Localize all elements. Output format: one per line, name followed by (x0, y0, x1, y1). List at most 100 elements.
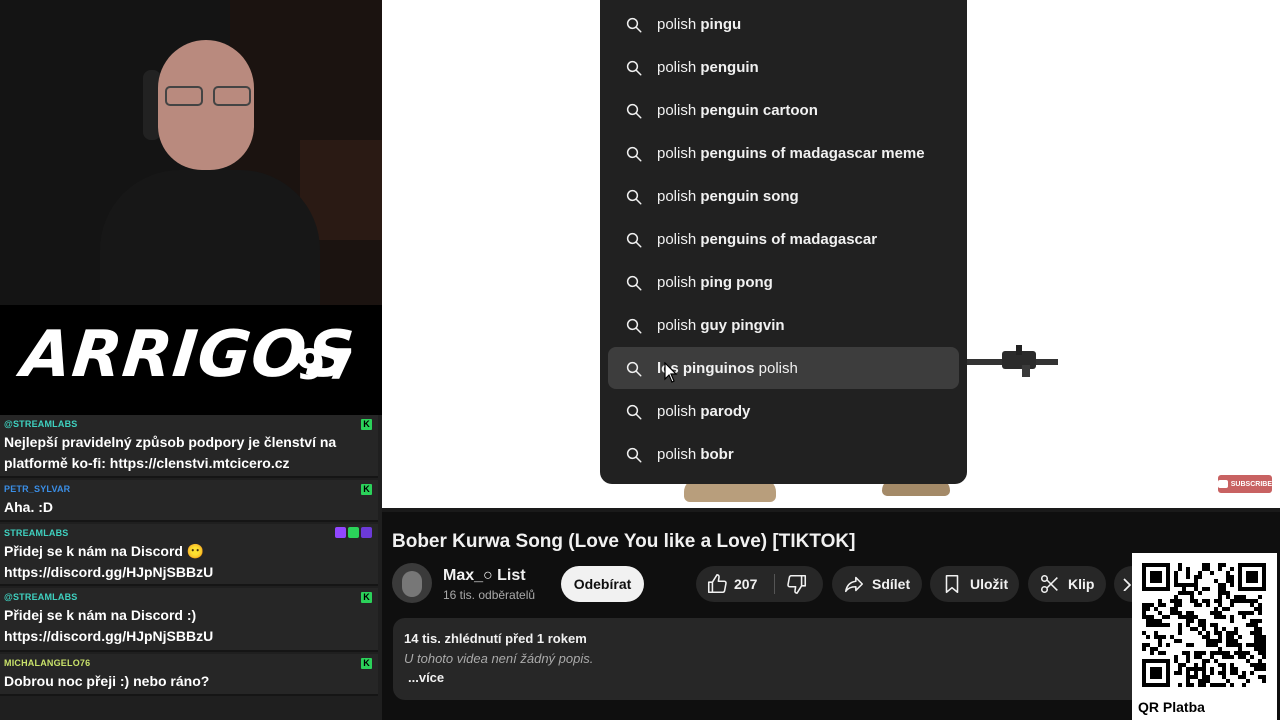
suggestion-suffix: polish (754, 360, 798, 377)
suggestion-item[interactable]: polish penguin (608, 46, 959, 88)
chat-text: Aha. :D (4, 499, 53, 515)
glasses (165, 86, 261, 108)
streamer-torso (100, 170, 320, 305)
suggestion-item[interactable]: polish guy pingvin (608, 304, 959, 346)
save-label: Uložit (970, 576, 1009, 592)
video-description[interactable]: 14 tis. zhlédnutí před 1 rokem U tohoto … (393, 618, 1153, 700)
chat-text: Přidej se k nám na Discord :) https://di… (4, 607, 214, 644)
channel-name[interactable]: Max_○ List (443, 567, 526, 585)
thumbs-down-icon[interactable] (785, 573, 809, 595)
channel-avatar[interactable] (392, 563, 432, 603)
save-button[interactable]: Uložit (930, 566, 1019, 602)
suggestion-item[interactable]: polish ping pong (608, 261, 959, 303)
stream-logo-number: 97 (296, 340, 355, 389)
chat-message: MICHALANGELO76 K Dobrou noc přeji :) neb… (0, 654, 378, 696)
suggestion-completion: penguin song (700, 188, 799, 205)
suggestion-text: polish penguin cartoon (657, 102, 818, 119)
chat-panel: @STREAMLABS K Nejlepší pravidelný způsob… (0, 415, 382, 720)
suggestion-text: polish penguins of madagascar (657, 231, 877, 248)
like-button[interactable]: 207 (696, 566, 774, 602)
suggestion-item[interactable]: polish penguin song (608, 175, 959, 217)
suggestion-prefix: polish (657, 59, 701, 76)
search-icon (625, 360, 643, 378)
search-icon (625, 231, 643, 249)
suggestion-item[interactable]: polish bobr (608, 433, 959, 475)
suggestion-completion: penguin cartoon (700, 102, 818, 119)
share-button[interactable]: Sdílet (832, 566, 922, 602)
search-icon (625, 446, 643, 464)
search-icon (625, 317, 643, 335)
chat-message: @STREAMLABS K Přidej se k nám na Discord… (0, 588, 378, 652)
kick-badge-icon: K (361, 484, 372, 495)
show-more-link[interactable]: ...více (408, 670, 444, 685)
suggestion-prefix: polish (657, 231, 701, 248)
chat-username: MICHALANGELO76 (4, 658, 91, 668)
like-count: 207 (734, 576, 758, 592)
search-icon (625, 59, 643, 77)
suggestion-item[interactable]: los pinguinos polish (608, 347, 959, 389)
mouse-cursor-icon (664, 362, 678, 383)
description-text: U tohoto videa není žádný popis. (404, 651, 594, 666)
suggestion-completion: guy pingvin (700, 317, 785, 334)
suggestion-prefix: polish (657, 102, 701, 119)
subscribe-button[interactable]: Odebírat (561, 566, 644, 602)
suggestion-item[interactable]: polish penguins of madagascar meme (608, 132, 959, 174)
suggestion-text: polish penguin (657, 59, 759, 76)
rifle-image (962, 345, 1058, 377)
chat-username: @STREAMLABS (4, 419, 78, 429)
share-label: Sdílet (872, 576, 911, 592)
chat-text: Přidej se k nám na Discord 😶 https://dis… (4, 543, 214, 580)
chat-message: @STREAMLABS K Nejlepší pravidelný způsob… (0, 415, 378, 478)
share-icon (844, 576, 864, 593)
suggestion-item[interactable]: polish parody (608, 390, 959, 432)
suggestion-completion: bobr (700, 446, 734, 463)
kick-badge-icon: K (361, 592, 372, 603)
suggestion-prefix: polish (657, 446, 701, 463)
suggestion-text: polish guy pingvin (657, 317, 785, 334)
suggestion-completion: penguins of madagascar (700, 231, 878, 248)
twitch-badges-icon (335, 527, 372, 538)
chat-message: STREAMLABS Přidej se k nám na Discord 😶 … (0, 524, 378, 586)
suggestion-text: polish bobr (657, 446, 734, 463)
suggestion-item[interactable]: polish pingu (608, 3, 959, 45)
suggestion-completion: parody (700, 403, 751, 420)
suggestion-prefix: polish (657, 16, 701, 33)
suggestion-text: polish ping pong (657, 274, 773, 291)
qr-label: QR Platba (1138, 699, 1205, 715)
video-title: Bober Kurwa Song (Love You like a Love) … (392, 531, 856, 552)
chat-message: PETR_SYLVAR K Aha. :D (0, 480, 378, 522)
like-divider (774, 574, 775, 594)
suggestion-completion: pingu (700, 16, 742, 33)
suggestion-prefix: polish (657, 274, 701, 291)
search-icon (625, 102, 643, 120)
suggestion-item[interactable]: polish penguins of madagascar (608, 218, 959, 260)
webcam-feed (0, 0, 382, 305)
search-icon (625, 274, 643, 292)
kick-badge-icon: K (361, 658, 372, 669)
like-dislike-group: 207 (696, 566, 823, 602)
search-icon (625, 145, 643, 163)
suggestion-text: polish parody (657, 403, 750, 420)
chat-username: PETR_SYLVAR (4, 484, 71, 494)
qr-payment: QR Platba (1132, 553, 1277, 720)
suggestion-prefix: polish (657, 317, 701, 334)
suggestion-item[interactable]: polish penguin cartoon (608, 89, 959, 131)
thumbs-up-icon (707, 574, 727, 594)
channel-subscribers: 16 tis. odběratelů (443, 588, 536, 602)
scissors-icon (1040, 574, 1058, 594)
chat-text: Dobrou noc přeji :) nebo ráno? (4, 673, 210, 689)
chat-username: @STREAMLABS (4, 592, 78, 602)
chat-text: Nejlepší pravidelný způsob podpory je čl… (4, 434, 337, 471)
suggestion-text: polish pingu (657, 16, 741, 33)
search-suggestions: polish pingu polish penguin polish penguin… (600, 0, 967, 484)
subscribe-watermark[interactable]: SUBSCRIBE (1218, 475, 1272, 493)
clip-button[interactable]: Klip (1028, 566, 1106, 602)
suggestion-prefix: polish (657, 188, 701, 205)
watermark-label: SUBSCRIBE (1230, 480, 1272, 488)
suggestion-prefix: polish (657, 145, 701, 162)
clip-label: Klip (1068, 576, 1095, 592)
suggestion-text: polish penguins of madagascar meme (657, 145, 925, 162)
chat-username: STREAMLABS (4, 528, 69, 538)
suggestion-prefix: polish (657, 403, 701, 420)
suggestion-text: polish penguin song (657, 188, 799, 205)
